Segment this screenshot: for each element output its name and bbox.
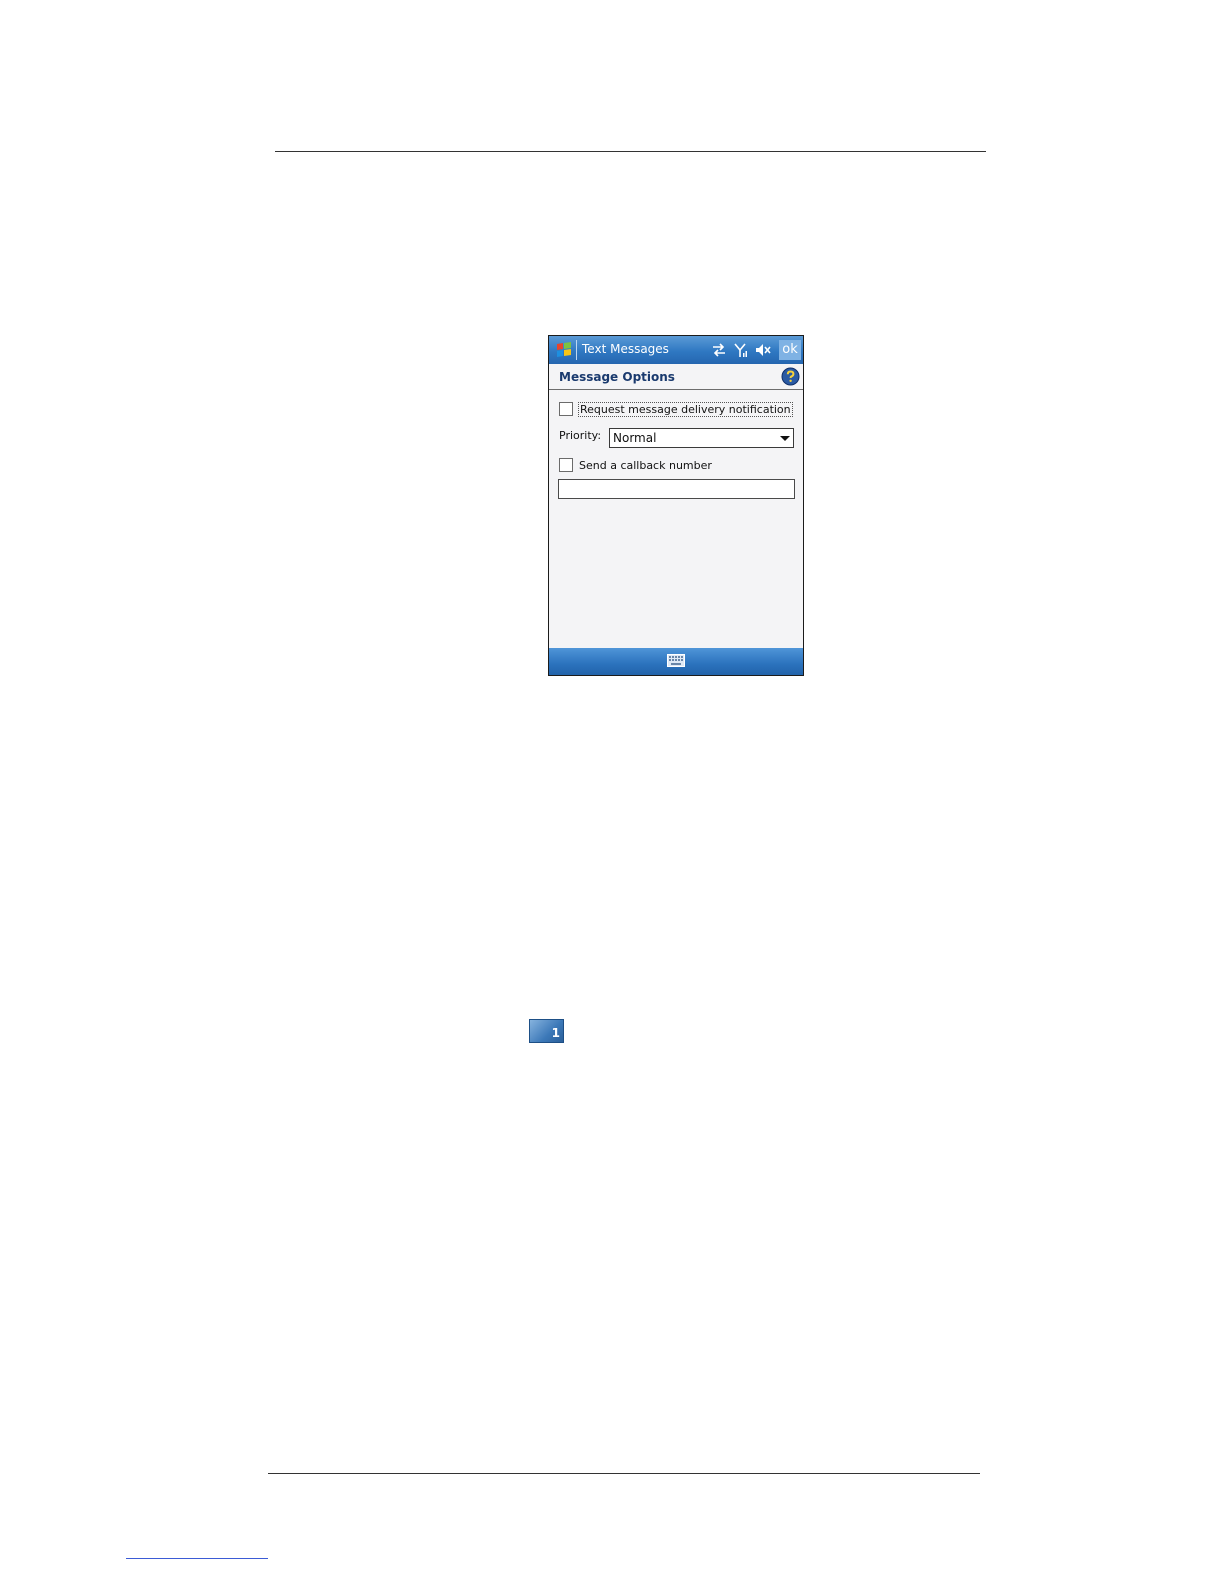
- menu-bar: [549, 648, 803, 675]
- delivery-notification-label[interactable]: Request message delivery notification: [578, 402, 793, 417]
- bottom-rule: [268, 1473, 980, 1474]
- title-bar: Text Messages ok: [549, 336, 803, 364]
- windows-flag-icon[interactable]: [554, 340, 574, 360]
- signal-icon[interactable]: [733, 342, 749, 358]
- page-number-icon: 1: [529, 1019, 564, 1043]
- callback-number-field[interactable]: [558, 479, 795, 499]
- ok-button[interactable]: ok: [779, 340, 801, 360]
- footer-link-underline: [126, 1558, 268, 1559]
- page-title: Message Options: [559, 370, 675, 384]
- connectivity-arrows-icon[interactable]: [711, 342, 727, 358]
- keyboard-icon[interactable]: [667, 654, 685, 667]
- priority-select[interactable]: Normal: [609, 428, 794, 448]
- title-separator: [576, 340, 577, 360]
- callback-label[interactable]: Send a callback number: [579, 459, 712, 472]
- priority-label: Priority:: [559, 429, 602, 442]
- delivery-notification-checkbox[interactable]: [559, 402, 573, 416]
- help-icon[interactable]: [781, 367, 800, 386]
- priority-value: Normal: [613, 431, 657, 445]
- page-number: 1: [551, 1026, 560, 1040]
- callback-checkbox[interactable]: [559, 458, 573, 472]
- top-rule: [275, 151, 986, 152]
- speaker-muted-icon[interactable]: [755, 342, 771, 358]
- chevron-down-icon: [780, 436, 790, 441]
- device-screen: Text Messages ok Message Options Request…: [548, 335, 804, 676]
- page-header: Message Options: [549, 364, 803, 390]
- app-title: Text Messages: [582, 342, 669, 356]
